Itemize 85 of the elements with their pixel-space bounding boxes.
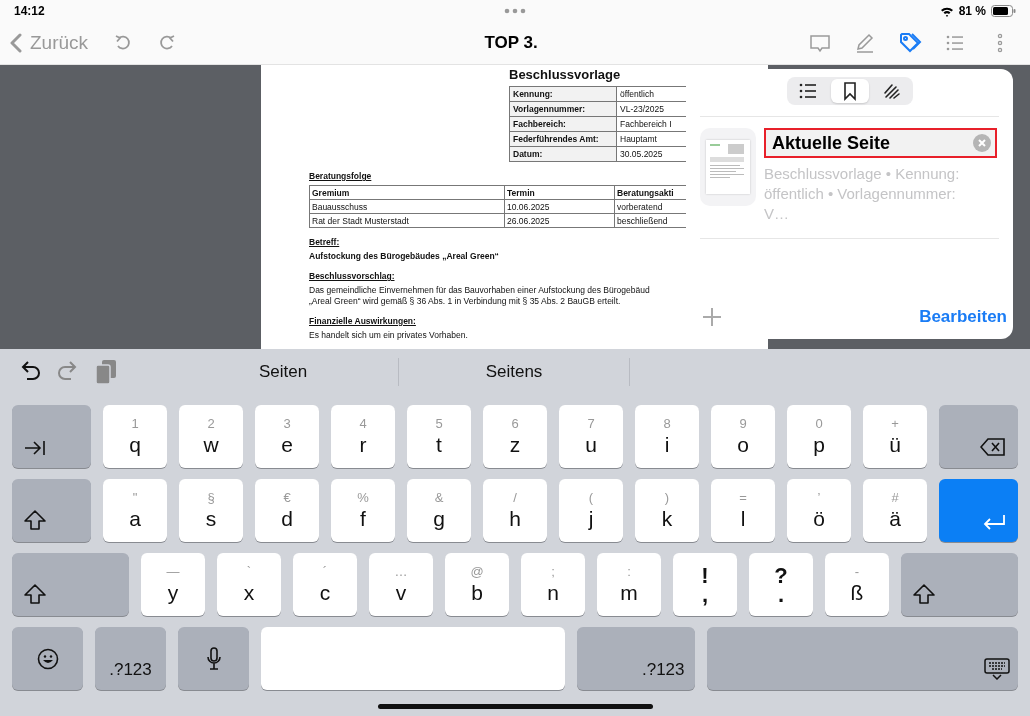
- bookmark-name-field[interactable]: Aktuelle Seite: [764, 128, 997, 158]
- wifi-icon: [939, 5, 954, 17]
- clipboard-icon[interactable]: [94, 359, 118, 385]
- letter-key[interactable]: / h: [483, 479, 547, 542]
- column-header: Termin: [504, 185, 615, 200]
- symbols-key[interactable]: .?123: [95, 627, 166, 690]
- letter-key[interactable]: … v: [369, 553, 433, 616]
- letter-key[interactable]: € d: [255, 479, 319, 542]
- letter-key[interactable]: - ß: [825, 553, 889, 616]
- letter-key[interactable]: ( j: [559, 479, 623, 542]
- body-text: Es handelt sich um ein privates Vorhaben.: [309, 330, 469, 341]
- letter-key[interactable]: ´ c: [293, 553, 357, 616]
- letter-key[interactable]: — y: [141, 553, 205, 616]
- column-header: Gremium: [309, 185, 505, 200]
- battery-icon: [991, 5, 1016, 17]
- letter-key[interactable]: 5 t: [407, 405, 471, 468]
- letter-key[interactable]: ) k: [635, 479, 699, 542]
- suggestion[interactable]: Seitens: [399, 362, 629, 382]
- tag-icon[interactable]: [898, 31, 922, 55]
- body-text: „Areal Green“ wird gemäß § 36 Abs. 1 in Verbindung mit § 35 Abs. 2 BauGB erteilt.: [309, 296, 622, 307]
- symbols-key[interactable]: .?123: [576, 627, 695, 690]
- suggestion[interactable]: Seiten: [168, 362, 398, 382]
- keyboard-hide-icon: [984, 658, 1010, 680]
- letter-key[interactable]: ` x: [217, 553, 281, 616]
- document-title: TOP 3.: [484, 33, 538, 53]
- body-text: Das gemeindliche Einvernehmen für das Bauvorhaben einer Aufstockung des Bürogebäud: [309, 285, 651, 296]
- tab-icon: [24, 440, 46, 456]
- letter-key[interactable]: = l: [711, 479, 775, 542]
- section-heading: Beschlussvorschlag:: [309, 271, 396, 281]
- table-cell: 26.06.2025: [504, 213, 615, 228]
- microphone-icon: [205, 646, 222, 671]
- bookmark-segment[interactable]: [830, 79, 869, 103]
- letter-key[interactable]: § s: [179, 479, 243, 542]
- letter-key[interactable]: ; n: [521, 553, 585, 616]
- scribble-icon: [881, 81, 902, 101]
- multitasking-dots-icon[interactable]: [504, 8, 526, 14]
- bookmark-preview-text: Beschlussvorlage • Kennung: öffentlich • Vorlagennummer: V…: [764, 164, 961, 224]
- letter-key[interactable]: 0 p: [787, 405, 851, 468]
- emoji-icon: [36, 647, 59, 670]
- letter-key[interactable]: 8 i: [635, 405, 699, 468]
- battery-percentage: 81 %: [958, 4, 986, 18]
- emoji-key[interactable]: [12, 627, 83, 690]
- section-heading: Finanzielle Auswirkungen:: [309, 316, 417, 326]
- letter-key[interactable]: 9 o: [711, 405, 775, 468]
- letter-key[interactable]: # ä: [863, 479, 927, 542]
- redo-icon[interactable]: [158, 34, 177, 52]
- punctuation-key[interactable]: ? .: [749, 553, 813, 616]
- list-icon: [797, 81, 818, 101]
- clear-icon[interactable]: [973, 134, 991, 152]
- delete-key[interactable]: [939, 405, 1018, 468]
- shift-icon: [913, 584, 935, 604]
- table-cell: 10.06.2025: [504, 199, 615, 214]
- letter-key[interactable]: 4 r: [331, 405, 395, 468]
- letter-key[interactable]: ’ ö: [787, 479, 851, 542]
- return-key[interactable]: [939, 479, 1018, 542]
- letter-key[interactable]: + ü: [863, 405, 927, 468]
- letter-key[interactable]: & g: [407, 479, 471, 542]
- shift-icon: [24, 584, 46, 604]
- letter-key[interactable]: 7 u: [559, 405, 623, 468]
- table-cell: Rat der Stadt Musterstadt: [309, 213, 505, 228]
- edit-button[interactable]: Bearbeiten: [919, 307, 1007, 327]
- chevron-left-icon: [10, 33, 22, 53]
- letter-key[interactable]: % f: [331, 479, 395, 542]
- shift-icon: [24, 510, 46, 530]
- document-heading: Beschlussvorlage: [509, 67, 622, 82]
- letter-key[interactable]: @ b: [445, 553, 509, 616]
- letter-key[interactable]: 3 e: [255, 405, 319, 468]
- letter-key[interactable]: 6 z: [483, 405, 547, 468]
- punctuation-key[interactable]: ! ,: [673, 553, 737, 616]
- table-cell: Kennung:: [509, 86, 617, 102]
- shift-key[interactable]: [12, 479, 91, 542]
- table-cell: Bauausschuss: [309, 199, 505, 214]
- status-time: 14:12: [14, 4, 45, 18]
- return-icon: [982, 514, 1006, 530]
- add-icon[interactable]: [702, 307, 722, 327]
- page-thumbnail[interactable]: [700, 128, 756, 206]
- section-heading: Beratungsfolge: [309, 171, 373, 181]
- delete-icon: [980, 438, 1006, 456]
- section-heading: Betreff:: [309, 237, 341, 247]
- letter-key[interactable]: 1 q: [103, 405, 167, 468]
- microphone-key[interactable]: [178, 627, 249, 690]
- letter-key[interactable]: : m: [597, 553, 661, 616]
- body-text: Aufstockung des Bürogebäudes „Areal Green“: [309, 251, 500, 262]
- letter-key[interactable]: " a: [103, 479, 167, 542]
- letter-key[interactable]: 2 w: [179, 405, 243, 468]
